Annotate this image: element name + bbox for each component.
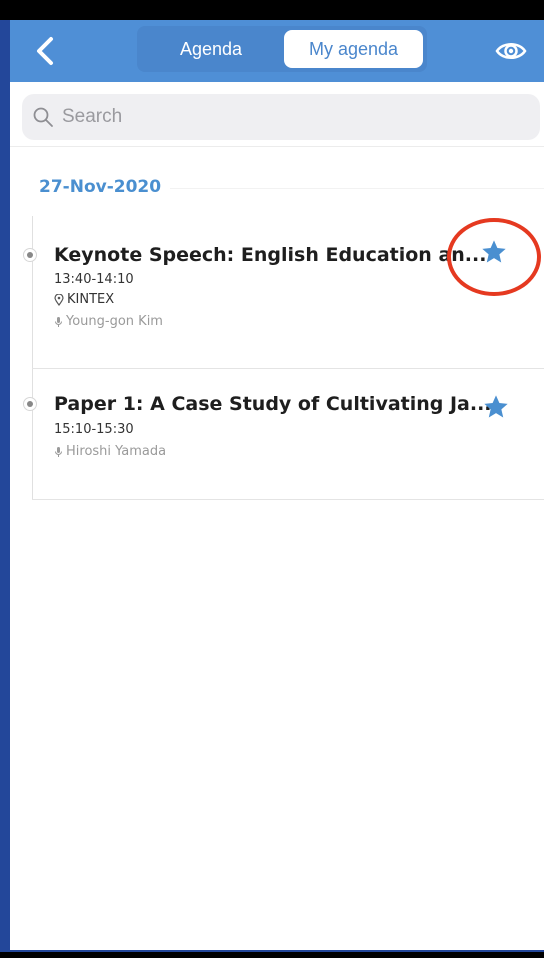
highlight-circle: [447, 218, 541, 296]
agenda-item-time: 15:10-15:30: [54, 422, 134, 437]
date-divider: [170, 188, 544, 189]
home-indicator-bar: [0, 952, 544, 958]
timeline-dot: [23, 248, 37, 262]
tab-agenda[interactable]: Agenda: [137, 26, 285, 72]
agenda-item-location: KINTEX: [54, 292, 114, 307]
agenda-item-speaker: Young-gon Kim: [54, 314, 163, 329]
agenda-item[interactable]: Paper 1: A Case Study of Cultivating Ja.…: [23, 369, 544, 500]
search-area: [10, 82, 544, 147]
speaker-name: Young-gon Kim: [66, 314, 163, 329]
agenda-item-title: Keynote Speech: English Education an...: [54, 244, 487, 266]
view-toggle-button[interactable]: [494, 34, 528, 68]
location-text: KINTEX: [67, 292, 115, 307]
agenda-segmented-control: Agenda My agenda: [137, 26, 427, 72]
microphone-icon: [55, 446, 62, 457]
agenda-item-speaker: Hiroshi Yamada: [54, 444, 166, 459]
microphone-icon: [55, 316, 62, 327]
search-input[interactable]: [60, 105, 504, 129]
section-date-header: 27-Nov-2020: [39, 177, 162, 197]
speaker-name: Hiroshi Yamada: [66, 444, 167, 459]
status-bar: [0, 0, 544, 20]
star-icon[interactable]: [482, 393, 510, 421]
agenda-item-time: 13:40-14:10: [54, 272, 134, 287]
agenda-item-title: Paper 1: A Case Study of Cultivating Ja.…: [54, 393, 492, 415]
search-icon: [33, 107, 53, 127]
eye-icon: [495, 43, 527, 59]
timeline-dot: [23, 397, 37, 411]
location-pin-icon: [54, 293, 64, 306]
app-screen: Agenda My agenda 27-Nov-2020 Keynote Spe…: [10, 20, 544, 950]
chevron-left-icon: [37, 37, 53, 65]
tab-my-agenda[interactable]: My agenda: [284, 30, 423, 68]
navigation-bar: Agenda My agenda: [10, 20, 544, 82]
search-bar[interactable]: [22, 94, 540, 140]
back-button[interactable]: [28, 34, 62, 68]
